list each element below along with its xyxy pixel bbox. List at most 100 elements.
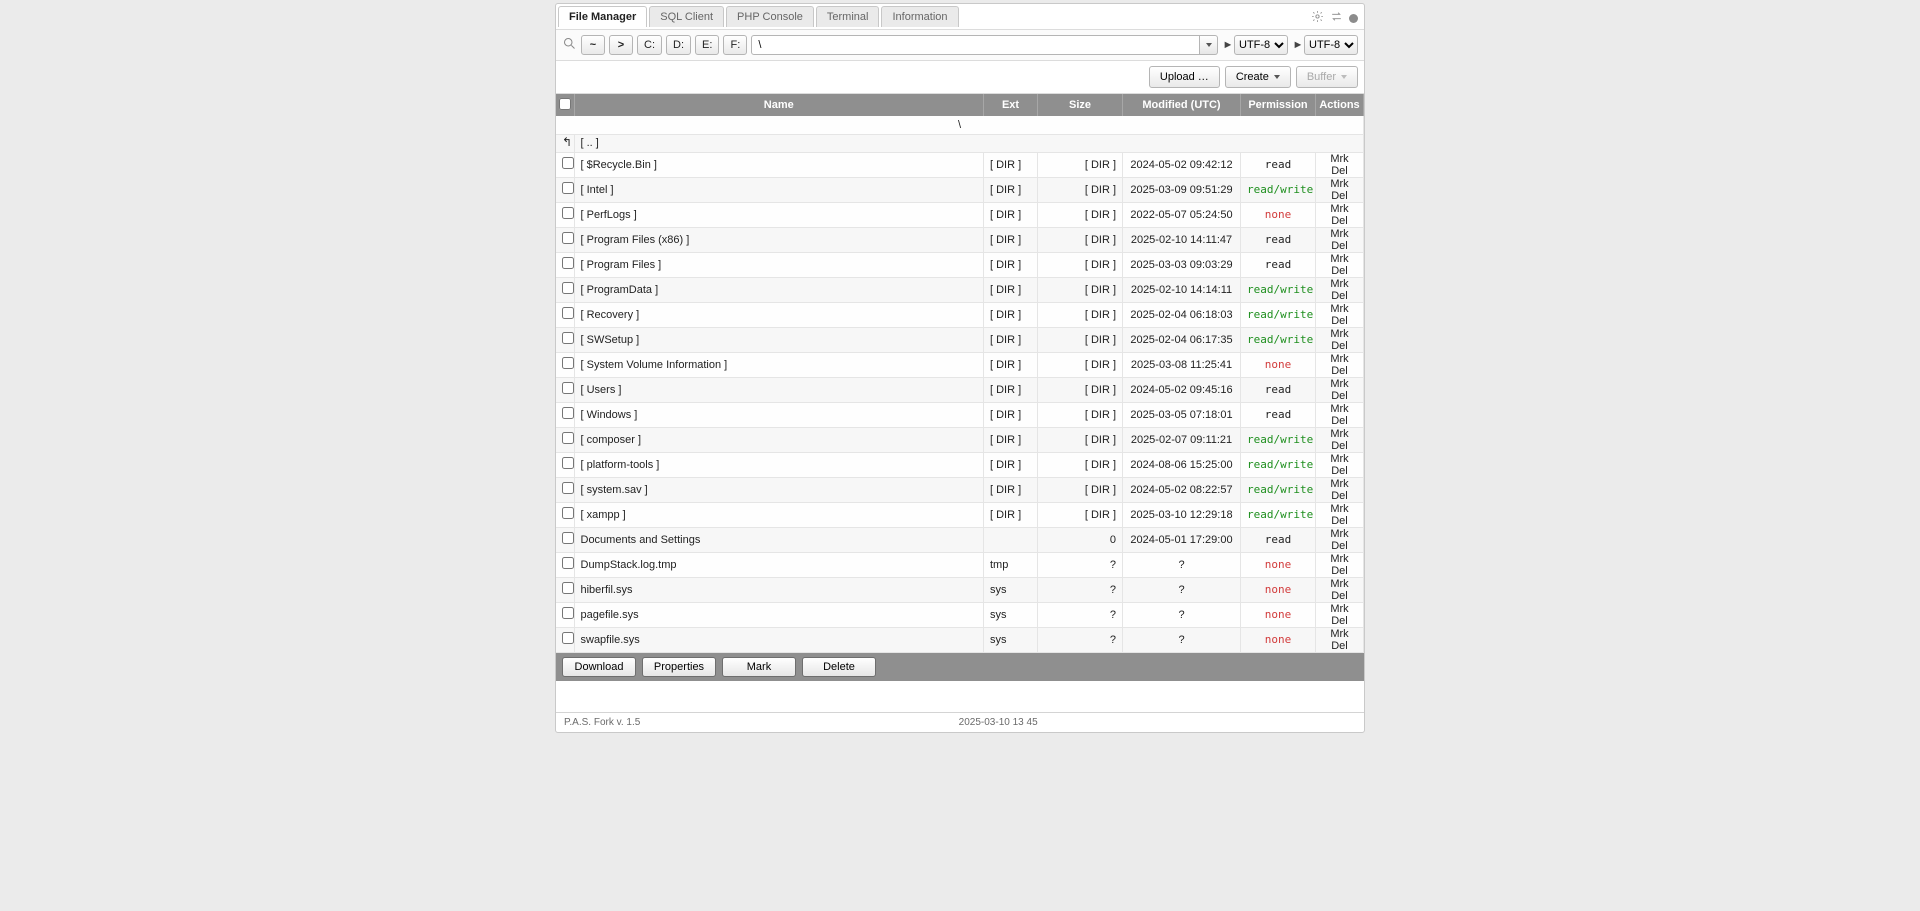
file-name[interactable]: [ $Recycle.Bin ] <box>574 152 984 177</box>
file-name[interactable]: [ platform-tools ] <box>574 452 984 477</box>
file-name[interactable]: [ Intel ] <box>574 177 984 202</box>
mark-link[interactable]: Mrk <box>1330 228 1348 240</box>
drive-d-button[interactable]: D: <box>666 35 691 55</box>
file-name[interactable]: [ Program Files (x86) ] <box>574 227 984 252</box>
delete-link[interactable]: Del <box>1331 290 1348 302</box>
file-name[interactable]: [ Users ] <box>574 377 984 402</box>
upload-button[interactable]: Upload … <box>1149 66 1220 88</box>
row-checkbox[interactable] <box>562 207 574 219</box>
tab-terminal[interactable]: Terminal <box>816 6 880 27</box>
mark-link[interactable]: Mrk <box>1330 203 1348 215</box>
create-button[interactable]: Create <box>1225 66 1291 88</box>
file-name[interactable]: [ Program Files ] <box>574 252 984 277</box>
delete-link[interactable]: Del <box>1331 615 1348 627</box>
delete-link[interactable]: Del <box>1331 440 1348 452</box>
file-name[interactable]: [ composer ] <box>574 427 984 452</box>
file-name[interactable]: [ Windows ] <box>574 402 984 427</box>
delete-link[interactable]: Del <box>1331 465 1348 477</box>
file-name[interactable]: DumpStack.log.tmp <box>574 552 984 577</box>
row-checkbox[interactable] <box>562 357 574 369</box>
delete-link[interactable]: Del <box>1331 265 1348 277</box>
delete-link[interactable]: Del <box>1331 215 1348 227</box>
row-checkbox[interactable] <box>562 257 574 269</box>
row-checkbox[interactable] <box>562 557 574 569</box>
delete-link[interactable]: Del <box>1331 315 1348 327</box>
file-name[interactable]: swapfile.sys <box>574 627 984 652</box>
mark-link[interactable]: Mrk <box>1330 403 1348 415</box>
mark-link[interactable]: Mrk <box>1330 378 1348 390</box>
mark-link[interactable]: Mrk <box>1330 503 1348 515</box>
drive-e-button[interactable]: E: <box>695 35 719 55</box>
search-icon[interactable] <box>562 36 577 54</box>
row-checkbox[interactable] <box>562 457 574 469</box>
delete-link[interactable]: Del <box>1331 515 1348 527</box>
mark-link[interactable]: Mrk <box>1330 628 1348 640</box>
nav-go-button[interactable]: > <box>609 35 633 55</box>
encoding-left-select[interactable]: UTF-8 <box>1234 35 1288 55</box>
select-all-checkbox[interactable] <box>559 98 571 110</box>
mark-link[interactable]: Mrk <box>1330 603 1348 615</box>
mark-link[interactable]: Mrk <box>1330 328 1348 340</box>
row-checkbox[interactable] <box>562 482 574 494</box>
col-mod[interactable]: Modified (UTC) <box>1123 94 1241 116</box>
delete-link[interactable]: Del <box>1331 565 1348 577</box>
file-name[interactable]: [ System Volume Information ] <box>574 352 984 377</box>
file-name[interactable]: pagefile.sys <box>574 602 984 627</box>
properties-button[interactable]: Properties <box>642 657 716 677</box>
row-checkbox[interactable] <box>562 632 574 644</box>
tab-file-manager[interactable]: File Manager <box>558 6 647 27</box>
mark-link[interactable]: Mrk <box>1330 428 1348 440</box>
mark-link[interactable]: Mrk <box>1330 303 1348 315</box>
delete-link[interactable]: Del <box>1331 340 1348 352</box>
delete-link[interactable]: Del <box>1331 165 1348 177</box>
row-checkbox[interactable] <box>562 182 574 194</box>
row-checkbox[interactable] <box>562 282 574 294</box>
tab-php-console[interactable]: PHP Console <box>726 6 814 27</box>
file-name[interactable]: hiberfil.sys <box>574 577 984 602</box>
path-history-dropdown[interactable] <box>1200 35 1218 55</box>
row-checkbox[interactable] <box>562 157 574 169</box>
row-checkbox[interactable] <box>562 532 574 544</box>
delete-link[interactable]: Del <box>1331 590 1348 602</box>
row-checkbox[interactable] <box>562 232 574 244</box>
mark-link[interactable]: Mrk <box>1330 178 1348 190</box>
path-input[interactable] <box>751 35 1200 55</box>
gear-icon[interactable] <box>1311 10 1324 26</box>
mark-link[interactable]: Mrk <box>1330 478 1348 490</box>
buffer-button[interactable]: Buffer <box>1296 66 1358 88</box>
download-button[interactable]: Download <box>562 657 636 677</box>
status-dot-icon[interactable] <box>1349 14 1358 23</box>
delete-link[interactable]: Del <box>1331 240 1348 252</box>
mark-link[interactable]: Mrk <box>1330 578 1348 590</box>
delete-link[interactable]: Del <box>1331 490 1348 502</box>
mark-link[interactable]: Mrk <box>1330 153 1348 165</box>
file-name[interactable]: [ Recovery ] <box>574 302 984 327</box>
file-name[interactable]: [ system.sav ] <box>574 477 984 502</box>
row-checkbox[interactable] <box>562 507 574 519</box>
updir-link[interactable]: [ .. ] <box>574 134 1364 152</box>
nav-home-button[interactable]: ~ <box>581 35 605 55</box>
mark-link[interactable]: Mrk <box>1330 528 1348 540</box>
delete-link[interactable]: Del <box>1331 640 1348 652</box>
row-checkbox[interactable] <box>562 407 574 419</box>
row-checkbox[interactable] <box>562 382 574 394</box>
file-name[interactable]: [ PerfLogs ] <box>574 202 984 227</box>
row-checkbox[interactable] <box>562 307 574 319</box>
drive-f-button[interactable]: F: <box>723 35 747 55</box>
delete-button[interactable]: Delete <box>802 657 876 677</box>
row-checkbox[interactable] <box>562 582 574 594</box>
delete-link[interactable]: Del <box>1331 190 1348 202</box>
delete-link[interactable]: Del <box>1331 365 1348 377</box>
row-checkbox[interactable] <box>562 332 574 344</box>
mark-button[interactable]: Mark <box>722 657 796 677</box>
file-name[interactable]: Documents and Settings <box>574 527 984 552</box>
encoding-right-select[interactable]: UTF-8 <box>1304 35 1358 55</box>
col-size[interactable]: Size <box>1038 94 1123 116</box>
tab-information[interactable]: Information <box>881 6 958 27</box>
drive-c-button[interactable]: C: <box>637 35 662 55</box>
delete-link[interactable]: Del <box>1331 540 1348 552</box>
file-name[interactable]: [ xampp ] <box>574 502 984 527</box>
col-name[interactable]: Name <box>574 94 984 116</box>
row-checkbox[interactable] <box>562 607 574 619</box>
mark-link[interactable]: Mrk <box>1330 353 1348 365</box>
